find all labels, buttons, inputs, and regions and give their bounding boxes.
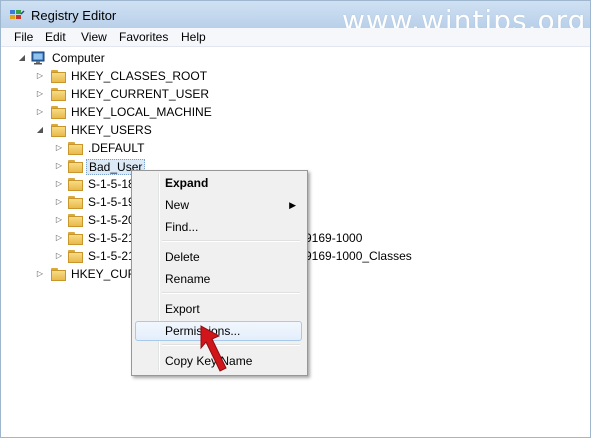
expand-arrow-icon[interactable]: ▷ (55, 180, 63, 188)
context-menu-find[interactable]: Find... (135, 217, 302, 237)
tree-item-hkey-current-user[interactable]: ▷ HKEY_CURRENT_USER (0, 85, 300, 103)
context-menu-label: Find... (165, 220, 199, 234)
tree-item-hkey-classes-root[interactable]: ▷ HKEY_CLASSES_ROOT (0, 67, 300, 85)
folder-icon (51, 123, 67, 137)
context-menu-expand[interactable]: Expand (135, 173, 302, 193)
expand-arrow-icon[interactable]: ▷ (55, 216, 63, 224)
context-menu-new[interactable]: New ▶ (135, 195, 302, 215)
collapse-arrow-icon[interactable]: ◢ (36, 126, 44, 134)
folder-icon (51, 267, 67, 281)
submenu-arrow-icon: ▶ (289, 200, 296, 210)
folder-icon (51, 105, 67, 119)
folder-icon (68, 177, 84, 191)
expand-arrow-icon[interactable]: ▷ (36, 90, 44, 98)
expand-arrow-icon[interactable]: ▷ (36, 108, 44, 116)
folder-icon (51, 87, 67, 101)
context-menu-export[interactable]: Export (135, 299, 302, 319)
folder-icon (68, 249, 84, 263)
tree-item-default[interactable]: ▷ .DEFAULT (0, 139, 300, 157)
menu-favorites[interactable]: Favorites (119, 30, 168, 44)
tree-label: HKEY_CLASSES_ROOT (71, 69, 208, 83)
registry-editor-icon (10, 10, 25, 19)
collapse-arrow-icon[interactable]: ◢ (18, 54, 26, 62)
tree-label: HKEY_CURI (71, 267, 140, 281)
tree-item-hkey-current-config[interactable]: ▷ HKEY_CURI (0, 265, 140, 283)
context-menu-label: Rename (165, 272, 211, 286)
context-menu-label: Delete (165, 250, 200, 264)
tree-label: HKEY_LOCAL_MACHINE (71, 105, 212, 119)
folder-icon (68, 141, 84, 155)
context-menu-delete[interactable]: Delete (135, 247, 302, 267)
tree-item-computer[interactable]: ◢ Computer (0, 49, 300, 67)
expand-arrow-icon[interactable]: ▷ (36, 270, 44, 278)
menu-edit[interactable]: Edit (45, 30, 66, 44)
computer-icon (31, 51, 45, 65)
tree-label: S-1-5-18 (88, 177, 135, 191)
folder-icon (68, 213, 84, 227)
folder-icon (51, 69, 67, 83)
expand-arrow-icon[interactable]: ▷ (55, 198, 63, 206)
expand-arrow-icon[interactable]: ▷ (55, 234, 63, 242)
tree-item-s-1-5-20[interactable]: ▷ S-1-5-20 (0, 211, 140, 229)
tree-label: HKEY_CURRENT_USER (71, 87, 210, 101)
expand-arrow-icon[interactable]: ▷ (55, 144, 63, 152)
tree-label: S-1-5-21 (88, 249, 135, 263)
tree-item-s-1-5-19[interactable]: ▷ S-1-5-19 (0, 193, 140, 211)
window-title: Registry Editor (31, 8, 117, 23)
tree-label: Computer (52, 51, 105, 65)
expand-arrow-icon[interactable]: ▷ (36, 72, 44, 80)
context-menu-separator (162, 292, 300, 294)
tree-label: S-1-5-20 (88, 213, 135, 227)
title-bar: Registry Editor www.wintips.org (1, 1, 590, 37)
tree-label-tail: 9169-1000_Classes (305, 249, 412, 263)
context-menu-label: Export (165, 302, 200, 316)
tree-item-s-1-5-18[interactable]: ▷ S-1-5-18 (0, 175, 140, 193)
menu-view[interactable]: View (81, 30, 107, 44)
folder-icon (68, 195, 84, 209)
menu-bar: File Edit View Favorites Help (1, 28, 590, 47)
context-menu-label: Expand (165, 176, 209, 190)
tree-label: S-1-5-19 (88, 195, 135, 209)
folder-icon (68, 159, 84, 173)
tree-label: S-1-5-21 (88, 231, 135, 245)
tree-label: .DEFAULT (88, 141, 145, 155)
context-menu-label: New (165, 198, 190, 212)
context-menu-rename[interactable]: Rename (135, 269, 302, 289)
context-menu-separator (162, 240, 300, 242)
tree-item-hkey-users[interactable]: ◢ HKEY_USERS (0, 121, 300, 139)
menu-file[interactable]: File (14, 30, 33, 44)
expand-arrow-icon[interactable]: ▷ (55, 252, 63, 260)
tree-label: HKEY_USERS (71, 123, 152, 137)
tree-item-hkey-local-machine[interactable]: ▷ HKEY_LOCAL_MACHINE (0, 103, 300, 121)
expand-arrow-icon[interactable]: ▷ (55, 162, 63, 170)
folder-icon (68, 231, 84, 245)
menu-help[interactable]: Help (181, 30, 206, 44)
red-arrow-icon (200, 325, 227, 372)
tree-label-tail: 9169-1000 (305, 231, 363, 245)
